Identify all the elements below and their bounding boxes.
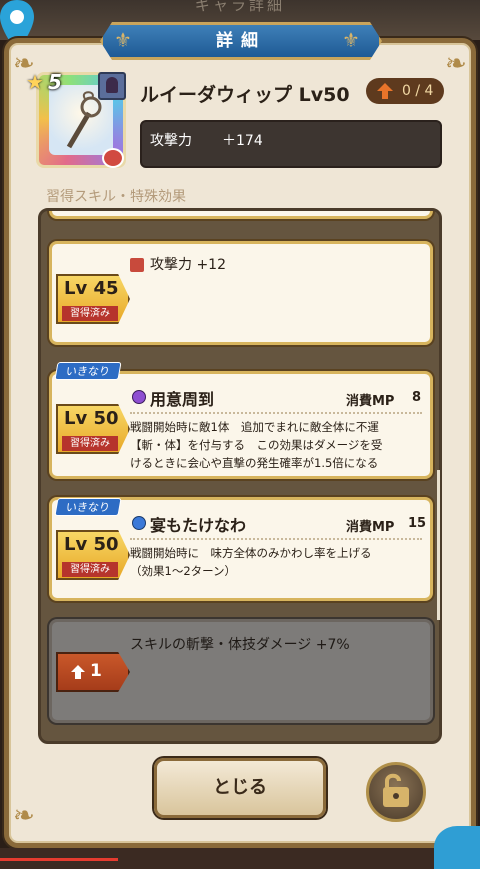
skill-level: Lv 45 (64, 278, 119, 299)
fleur-icon: ⚜ (114, 28, 132, 52)
star-icon: ★ (26, 70, 44, 94)
acquired-badge: 習得済み (62, 306, 118, 321)
padlock-icon (383, 773, 409, 807)
mp-value: 8 (412, 390, 422, 405)
compass-icon[interactable] (434, 826, 480, 869)
close-button[interactable]: とじる (154, 758, 326, 818)
sudden-tag: いきなり (54, 498, 122, 516)
video-progress (0, 858, 118, 861)
background-title: ギャラ詳細 (194, 0, 285, 14)
purple-orb-icon (132, 390, 146, 404)
scrollbar[interactable] (437, 470, 440, 620)
mp-label: 消費MP (346, 520, 395, 535)
skill-name: 宴もたけなわ (150, 516, 247, 535)
divider (130, 412, 422, 414)
skill-level: Lv 50 (64, 408, 119, 429)
skill-card[interactable]: いきなり Lv 50 習得済み 宴もたけなわ 消費MP 15 戦闘開始時に 味方… (49, 497, 433, 601)
skill-card-locked[interactable]: 1 スキルの斬撃・体技ダメージ +7% (49, 619, 433, 723)
corner-ornament-icon: ❧ (13, 801, 35, 831)
skill-description: 戦闘開始時に 味方全体のみかわし率を上げる （効果1～2ターン） (130, 546, 372, 578)
mp-label: 消費MP (346, 394, 395, 409)
skill-list[interactable]: Lv 45 習得済み 攻撃力 +12 いきなり Lv 50 習得済み 用意周到 … (38, 208, 442, 744)
skill-name: スキルの斬撃・体技ダメージ +7% (130, 637, 350, 653)
level-tag: Lv 50 習得済み (56, 404, 130, 454)
level-tag: Lv 45 習得済み (56, 274, 130, 324)
skill-name: 用意周到 (150, 390, 215, 409)
limit-break-count: 0 / 4 (402, 83, 434, 99)
rarity-number: 5 (48, 70, 62, 94)
level-tag: Lv 50 習得済み (56, 530, 130, 580)
panel-header: 詳細 (100, 22, 382, 60)
up-arrow-icon (377, 83, 393, 99)
skill-level: Lv 50 (64, 534, 119, 555)
list-item (49, 211, 433, 219)
skill-name: 攻撃力 +12 (150, 257, 226, 273)
character-thumbnail[interactable] (98, 72, 126, 100)
favorite-icon (102, 148, 124, 168)
acquired-badge: 習得済み (62, 436, 118, 451)
item-name: ルイーダウィップ Lv50 (140, 84, 350, 106)
stat-label: 攻撃力 (150, 133, 192, 149)
fleur-icon: ⚜ (342, 28, 360, 52)
stat-value: ＋174 (222, 133, 263, 149)
sudden-tag: いきなり (54, 362, 122, 380)
blue-orb-icon (132, 516, 146, 530)
corner-ornament-icon: ❧ (445, 49, 467, 79)
stat-box: 攻撃力 ＋174 (140, 120, 442, 168)
acquired-badge: 習得済み (62, 562, 118, 577)
page-title: 詳細 (216, 31, 266, 51)
mp-value: 15 (408, 516, 427, 531)
divider (130, 538, 422, 540)
lock-button[interactable] (366, 762, 426, 822)
attack-icon (130, 258, 144, 272)
skill-card[interactable]: Lv 45 習得済み 攻撃力 +12 (49, 241, 433, 345)
up-arrow-icon (71, 665, 85, 679)
skill-card[interactable]: いきなり Lv 50 習得済み 用意周到 消費MP 8 戦闘開始時に敵1体 追加… (49, 362, 433, 479)
rarity-badge: ★ 5 (26, 70, 72, 98)
limit-break-level: 1 (90, 661, 102, 681)
limit-break-tag: 1 (56, 652, 130, 692)
skill-description: 戦闘開始時に敵1体 追加でまれに敵全体に不運 【斬・体】を付与する この効果はダ… (130, 420, 383, 470)
section-label: 習得スキル・特殊効果 (46, 189, 186, 205)
limit-break-badge: 0 / 4 (366, 78, 444, 104)
